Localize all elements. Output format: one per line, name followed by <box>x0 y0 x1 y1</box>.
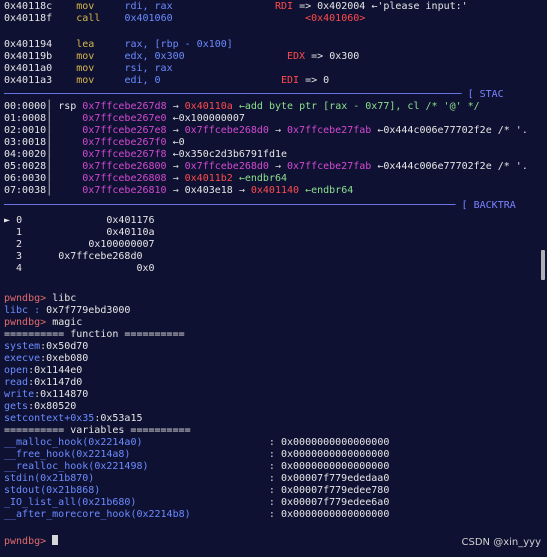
backtrace-row-0: ► 0 0x401176 <box>4 215 155 226</box>
magic-variable-row: __malloc_hook(0x2214a0) : 0x000000000000… <box>4 437 390 448</box>
disasm-line-1: 0x40118f call 0x401060 <0x401060> <box>4 13 366 24</box>
magic-variable-row: __free_hook(0x2214a8) : 0x00000000000000… <box>4 449 390 460</box>
magic-variable-row: stdin(0x21b870) : 0x00007f779ededaa0 <box>4 473 390 484</box>
stack-section-header: ────────────────────────────────────────… <box>4 89 504 100</box>
backtrace-row-2: 2 0x100000007 <box>16 239 155 250</box>
backtrace-row-1: 1 0x40110a <box>16 227 155 238</box>
stack-line-4: 04:0020│ 0x7ffcebe267f8 ←0x350c2d3b6791f… <box>4 149 287 160</box>
stack-line-5: 05:0028│ 0x7ffcebe26800 → 0x7ffcebe268d0… <box>4 161 528 172</box>
magic-function-row: system:0x50d70 <box>4 341 89 352</box>
magic-function-row: gets:0x80520 <box>4 401 77 412</box>
repl-line-libc-cmd: pwndbg> libc <box>4 293 77 304</box>
backtrace-row-3: 3 0x7ffcebe268d0 <box>16 251 143 262</box>
stack-line-3: 03:0018│ 0x7ffcebe267f0 ←0 <box>4 137 185 148</box>
magic-function-row: write:0x114870 <box>4 389 89 400</box>
disasm-line-4: 0x4011a0 mov rsi, rax <box>4 63 173 74</box>
repl-prompt-current[interactable]: pwndbg> <box>4 535 59 548</box>
stack-line-0: 00:0000│ rsp 0x7ffcebe267d8 → 0x40110a ←… <box>4 101 480 112</box>
repl-line-libc-result: libc : 0x7f779ebd3000 <box>4 305 131 316</box>
watermark: CSDN @xin_yyy <box>461 536 541 548</box>
disasm-line-3: 0x40119b mov edx, 0x300 EDX => 0x300 <box>4 51 360 62</box>
stack-line-7: 07:0038│ 0x7ffcebe26810 → 0x403e18 → 0x4… <box>4 185 354 196</box>
repl-line-magic-cmd: pwndbg> magic <box>4 317 83 328</box>
disasm-line-2: 0x401194 lea rax, [rbp - 0x100] <box>4 39 233 50</box>
magic-function-row: open:0x1144e0 <box>4 365 83 376</box>
terminal-window[interactable]: 0x40118c mov rdi, rax RDI => 0x402004 ←'… <box>0 0 547 557</box>
right-edge-indicator <box>541 250 545 280</box>
stack-line-2: 02:0010│ 0x7ffcebe267e8 → 0x7ffcebe268d0… <box>4 125 528 136</box>
stack-line-6: 06:0030│ 0x7ffcebe26808 → 0x4011b2 ←endb… <box>4 173 288 184</box>
magic-function-header: ========== function ========== <box>4 329 185 340</box>
stack-line-1: 01:0008│ 0x7ffcebe267e0 ←0x100000007 <box>4 113 245 124</box>
magic-function-row: execve:0xeb080 <box>4 353 89 364</box>
magic-function-row: setcontext+0x35:0x53a15 <box>4 413 143 424</box>
magic-variable-row: _IO_list_all(0x21b680) : 0x00007f779edee… <box>4 497 390 508</box>
backtrace-section-header: ────────────────────────────────────────… <box>4 200 516 211</box>
disasm-line-0: 0x40118c mov rdi, rax RDI => 0x402004 ←'… <box>4 1 468 12</box>
magic-variables-header: ========== variables ========== <box>4 425 191 436</box>
text-cursor <box>52 535 59 545</box>
disasm-line-5: 0x4011a3 mov edi, 0 EDI => 0 <box>4 75 330 86</box>
magic-function-row: read:0x1147d0 <box>4 377 83 388</box>
magic-variable-row: __realloc_hook(0x221498) : 0x00000000000… <box>4 461 390 472</box>
magic-variable-row: stdout(0x21b868) : 0x00007f779edee780 <box>4 485 390 496</box>
magic-variable-row: __after_morecore_hook(0x2214b8) : 0x0000… <box>4 509 390 520</box>
backtrace-row-4: 4 0x0 <box>16 263 155 274</box>
